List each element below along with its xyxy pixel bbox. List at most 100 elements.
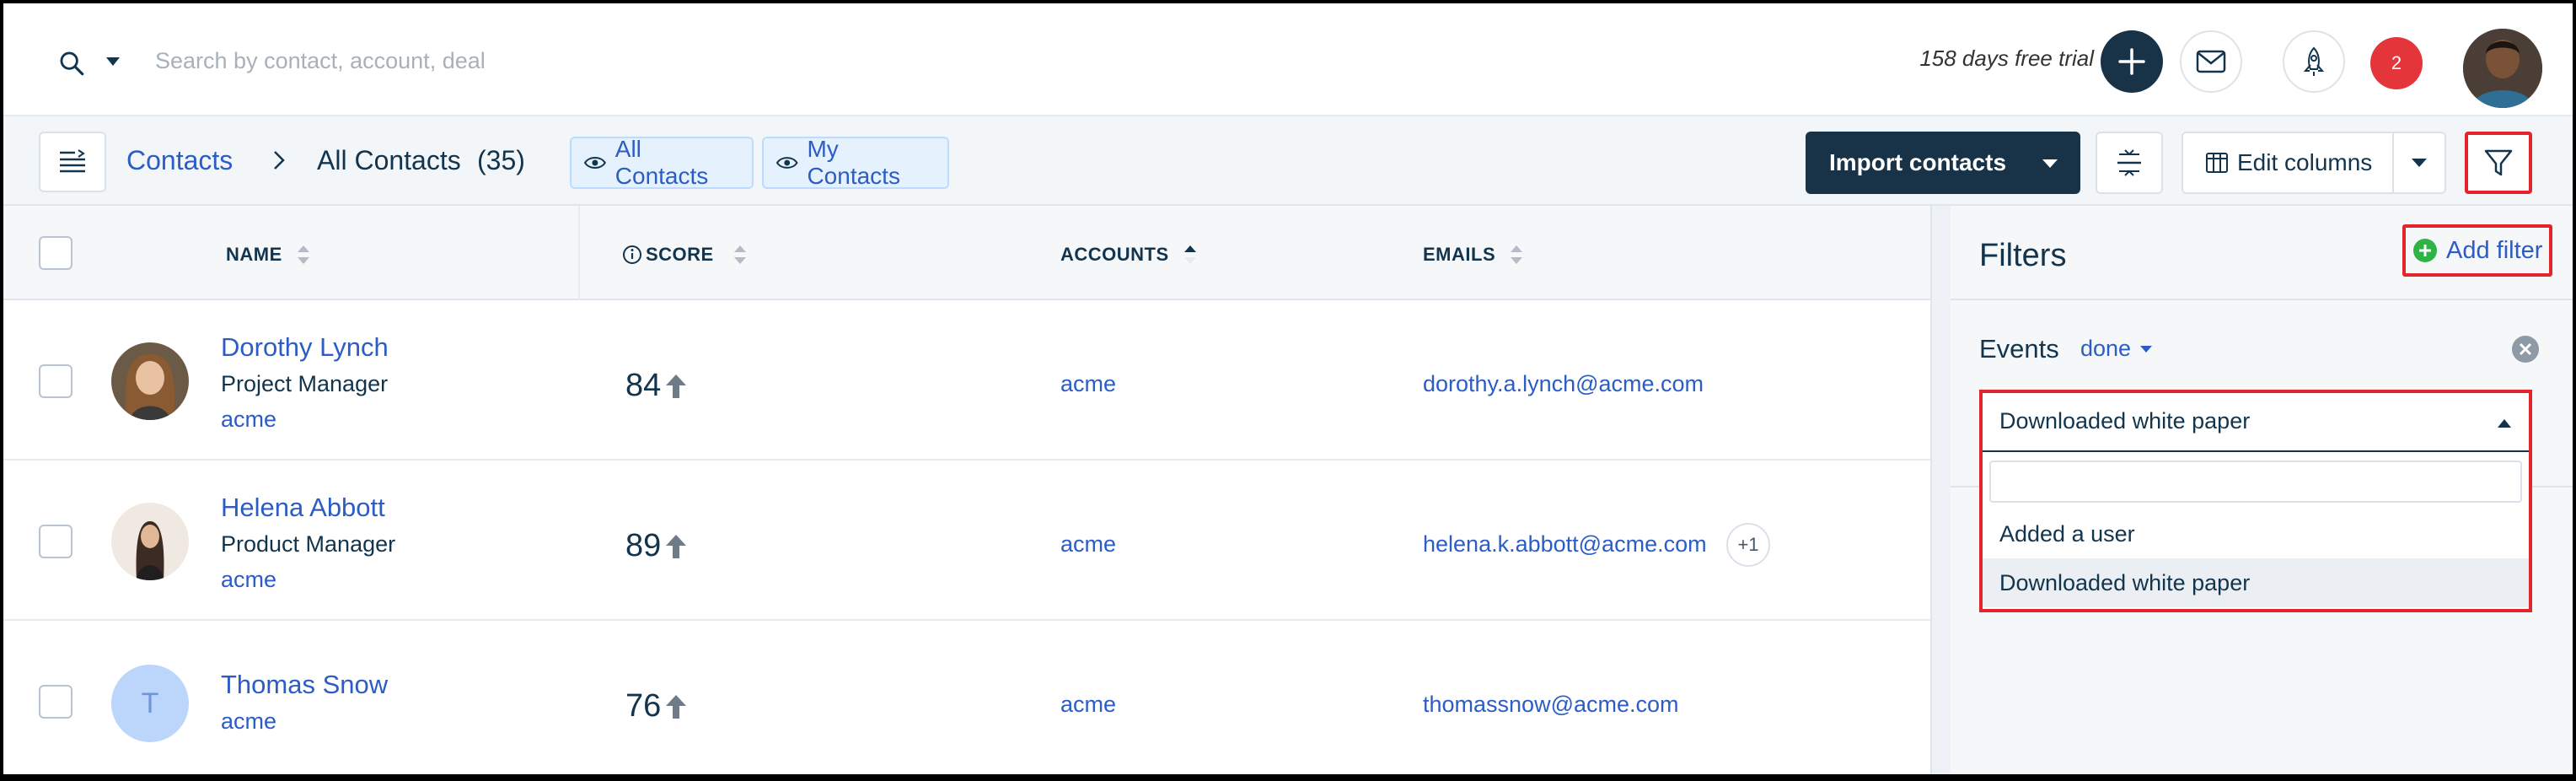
column-header-emails[interactable]: EMAILS xyxy=(1423,243,1524,267)
table-row[interactable]: T Thomas Snow acme 76 acme thomassnow@ac… xyxy=(3,621,1930,774)
table-row[interactable]: Dorothy Lynch Project Manager acme 84 ac… xyxy=(3,300,1930,461)
caret-up-icon xyxy=(2498,419,2511,428)
notifications-badge[interactable]: 2 xyxy=(2370,37,2423,89)
view-chip-label: My Contacts xyxy=(807,136,900,189)
dropdown-search-input[interactable] xyxy=(1989,461,2522,503)
score-value: 76 xyxy=(625,688,662,724)
sidebar-toggle-button[interactable] xyxy=(39,132,106,192)
chevron-right-icon xyxy=(274,151,285,170)
trial-status: 158 days free trial xyxy=(1919,46,2094,71)
user-avatar[interactable] xyxy=(2463,29,2542,108)
rocket-icon xyxy=(2303,46,2325,76)
contact-title: Product Manager xyxy=(221,531,396,557)
dropdown-option-highlighted[interactable]: Downloaded white paper xyxy=(1983,558,2529,607)
contact-name-link[interactable]: Thomas Snow xyxy=(221,670,388,700)
more-emails-badge[interactable]: +1 xyxy=(1726,523,1770,567)
eye-icon xyxy=(775,157,798,169)
breadcrumb-current-view: All Contacts xyxy=(317,145,461,175)
column-divider[interactable] xyxy=(578,206,580,300)
contact-account-link[interactable]: acme xyxy=(221,407,276,433)
info-icon xyxy=(623,245,641,264)
contacts-toolbar: Contacts All Contacts (35) All Contacts … xyxy=(3,116,2573,206)
select-all-checkbox[interactable] xyxy=(39,236,72,270)
filter-block-events: Events done Downloaded white paper Added… xyxy=(1951,300,2573,612)
compact-view-icon xyxy=(2117,149,2141,176)
sort-icon[interactable] xyxy=(1509,243,1524,267)
dropdown-option[interactable]: Added a user xyxy=(1983,509,2529,558)
events-dropdown[interactable]: Downloaded white paper Added a user Down… xyxy=(1979,390,2532,612)
contact-title: Project Manager xyxy=(221,371,389,396)
eye-icon xyxy=(583,157,606,169)
row-checkbox[interactable] xyxy=(39,525,72,558)
breadcrumb-contacts-link[interactable]: Contacts xyxy=(126,145,233,176)
email-link[interactable]: helena.k.abbott@acme.com xyxy=(1423,531,1707,557)
contact-avatar xyxy=(111,342,189,420)
view-chip-label: All Contacts xyxy=(614,136,709,189)
dropdown-selected-label: Downloaded white paper xyxy=(1999,408,2251,434)
column-header-label: NAME xyxy=(226,244,282,265)
add-filter-button[interactable]: Add filter xyxy=(2402,224,2552,277)
filters-title: Filters xyxy=(1979,238,2067,273)
filter-field-label: Events xyxy=(1979,334,2059,364)
panel-resize-handle[interactable] xyxy=(1930,206,1951,774)
search-input[interactable] xyxy=(155,40,914,81)
import-contacts-label: Import contacts xyxy=(1829,149,2007,175)
contact-score: 89 xyxy=(625,528,688,564)
add-circle-icon xyxy=(2413,239,2437,262)
trend-up-icon xyxy=(666,374,687,398)
accounts-link[interactable]: acme xyxy=(1060,371,1116,397)
search-icon[interactable] xyxy=(57,49,86,78)
sort-ascending-icon[interactable] xyxy=(1183,243,1198,267)
column-header-score[interactable]: SCORE xyxy=(622,243,748,267)
filters-header: Filters Add filter xyxy=(1951,206,2573,300)
contacts-table: NAME SCORE ACCOUNTS EMAILS Dorothy Lynch… xyxy=(3,206,1930,774)
email-link[interactable]: thomassnow@acme.com xyxy=(1423,692,1679,718)
contact-avatar xyxy=(111,503,189,580)
import-contacts-button[interactable]: Import contacts xyxy=(1806,132,2080,194)
row-density-button[interactable] xyxy=(2096,132,2163,194)
edit-columns-label: Edit columns xyxy=(2237,149,2373,175)
column-header-label: EMAILS xyxy=(1423,244,1496,265)
sort-icon[interactable] xyxy=(296,243,311,267)
columns-icon xyxy=(2206,153,2228,173)
menu-collapse-icon xyxy=(60,149,85,173)
filter-toggle-button[interactable] xyxy=(2465,132,2532,194)
dropdown-selected-value[interactable]: Downloaded white paper xyxy=(1983,393,2529,452)
row-checkbox[interactable] xyxy=(39,364,72,398)
contact-name-link[interactable]: Dorothy Lynch xyxy=(221,332,389,363)
score-value: 89 xyxy=(625,528,662,563)
email-button[interactable] xyxy=(2180,30,2242,93)
column-header-name[interactable]: NAME xyxy=(226,243,311,267)
column-header-label: SCORE xyxy=(646,244,714,265)
column-header-accounts[interactable]: ACCOUNTS xyxy=(1060,243,1198,267)
edit-columns-dropdown-button[interactable] xyxy=(2392,132,2446,194)
edit-columns-button[interactable]: Edit columns xyxy=(2182,132,2394,194)
filter-funnel-icon xyxy=(2484,149,2513,176)
done-label: done xyxy=(2080,336,2132,361)
top-bar: 158 days free trial 2 xyxy=(3,3,2573,116)
filters-panel: Filters Add filter Events done Downloade… xyxy=(1951,206,2573,774)
email-link[interactable]: dorothy.a.lynch@acme.com xyxy=(1423,371,1704,397)
contacts-count: (35) xyxy=(477,145,525,175)
row-checkbox[interactable] xyxy=(39,685,72,719)
table-row[interactable]: Helena Abbott Product Manager acme 89 ac… xyxy=(3,461,1930,621)
getting-started-button[interactable] xyxy=(2283,30,2345,93)
view-chip-all-contacts[interactable]: All Contacts xyxy=(570,136,754,189)
mail-icon xyxy=(2196,50,2226,73)
accounts-link[interactable]: acme xyxy=(1060,531,1116,557)
accounts-link[interactable]: acme xyxy=(1060,692,1116,718)
score-value: 84 xyxy=(625,368,662,403)
view-chip-my-contacts[interactable]: My Contacts xyxy=(762,136,949,189)
add-filter-label: Add filter xyxy=(2446,236,2543,264)
filter-done-toggle[interactable]: done xyxy=(2080,336,2153,362)
user-photo-icon xyxy=(2463,29,2542,108)
caret-down-icon[interactable] xyxy=(2042,159,2058,169)
contact-name-link[interactable]: Helena Abbott xyxy=(221,493,385,523)
contact-account-link[interactable]: acme xyxy=(221,567,276,593)
app-window: 158 days free trial 2 xyxy=(3,3,2573,774)
sort-icon[interactable] xyxy=(733,243,748,267)
quick-add-button[interactable] xyxy=(2101,30,2163,93)
contact-account-link[interactable]: acme xyxy=(221,708,276,735)
search-scope-caret-icon[interactable] xyxy=(105,56,121,67)
remove-filter-icon[interactable] xyxy=(2510,334,2541,364)
